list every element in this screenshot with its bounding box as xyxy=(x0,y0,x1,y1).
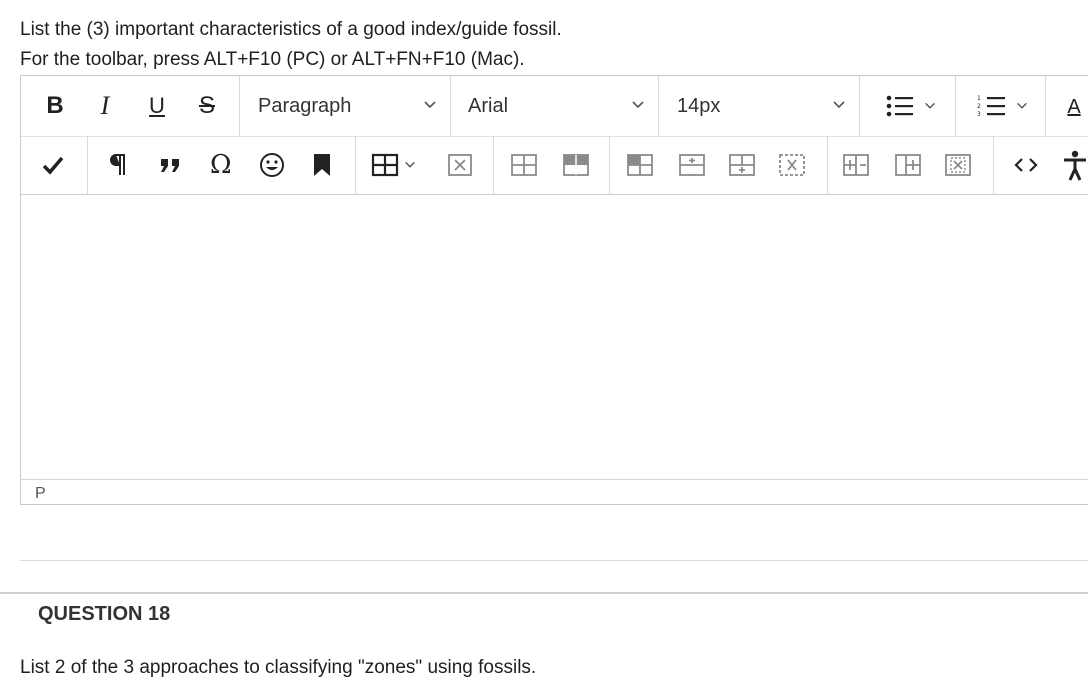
table-header-icon xyxy=(563,154,589,176)
block-format-value: Paragraph xyxy=(258,95,352,117)
insert-col-right-button[interactable] xyxy=(893,150,923,180)
chevron-down-icon xyxy=(632,101,644,109)
question-divider xyxy=(0,592,1088,594)
bullet-list-button[interactable] xyxy=(881,90,941,122)
table-icon xyxy=(371,153,399,177)
bullet-list-icon xyxy=(886,95,913,117)
chevron-down-icon xyxy=(1017,102,1027,109)
svg-text:1: 1 xyxy=(977,95,981,102)
strikethrough-button[interactable]: S xyxy=(191,90,223,122)
toolbar-row-2: Ω xyxy=(21,136,1088,195)
italic-button[interactable]: I xyxy=(89,90,121,122)
toolbar-separator xyxy=(87,136,88,194)
bookmark-icon xyxy=(314,154,330,176)
insert-row-below-button[interactable] xyxy=(727,150,757,180)
blockquote-icon xyxy=(161,159,179,172)
question-instruction: List the (3) important characteristics o… xyxy=(20,19,562,40)
delete-col-icon xyxy=(945,154,971,176)
font-family-value: Arial xyxy=(468,95,509,117)
table-split-button[interactable] xyxy=(509,150,539,180)
toolbar-separator xyxy=(609,136,610,194)
chevron-down-icon xyxy=(424,101,436,109)
spellcheck-button[interactable] xyxy=(38,150,68,180)
emoji-icon xyxy=(260,153,284,177)
editor-content-area[interactable] xyxy=(21,195,1088,479)
question-heading: QUESTION 18 xyxy=(38,603,171,625)
chevron-down-icon xyxy=(833,101,845,109)
table-cell-icon xyxy=(627,154,653,176)
toolbar-separator xyxy=(955,76,956,136)
toolbar-separator xyxy=(493,136,494,194)
font-size-dropdown[interactable]: 14px xyxy=(659,76,859,136)
special-char-button[interactable]: Ω xyxy=(205,148,237,180)
table-split-icon xyxy=(511,154,537,176)
delete-table-icon xyxy=(448,154,472,176)
toolbar-row-1: B I U S Paragraph Arial 14px 1 2 3 A xyxy=(21,76,1088,137)
spellcheck-icon xyxy=(42,156,64,175)
numbered-list-icon: 1 2 3 xyxy=(977,95,1005,118)
bold-button[interactable]: B xyxy=(39,90,71,122)
paragraph-mark-button[interactable] xyxy=(103,150,133,180)
paragraph-mark-icon xyxy=(110,154,125,175)
code-view-icon xyxy=(1014,158,1038,172)
chevron-down-icon xyxy=(925,102,935,109)
insert-row-below-icon xyxy=(729,154,755,176)
toolbar-separator xyxy=(827,136,828,194)
table-cell-button[interactable] xyxy=(625,150,655,180)
text-color-button[interactable]: A xyxy=(1061,92,1087,122)
numbered-list-button[interactable]: 1 2 3 xyxy=(973,90,1033,122)
insert-col-left-button[interactable] xyxy=(841,150,871,180)
question-text: List 2 of the 3 approaches to classifyin… xyxy=(20,657,537,678)
table-header-button[interactable] xyxy=(561,150,591,180)
toolbar-shortcut-hint: For the toolbar, press ALT+F10 (PC) or A… xyxy=(20,49,525,70)
block-format-dropdown[interactable]: Paragraph xyxy=(240,76,450,136)
accessibility-icon xyxy=(1064,150,1086,181)
code-view-button[interactable] xyxy=(1011,150,1041,180)
insert-row-above-icon xyxy=(679,154,705,176)
editor-status-bar: P xyxy=(21,479,1088,504)
table-button[interactable] xyxy=(369,150,419,180)
delete-table-button[interactable] xyxy=(445,150,475,180)
font-family-dropdown[interactable]: Arial xyxy=(451,76,658,136)
divider xyxy=(20,560,1088,561)
emoji-button[interactable] xyxy=(257,150,287,180)
toolbar-separator xyxy=(355,136,356,194)
delete-row-icon xyxy=(779,154,805,176)
svg-text:2: 2 xyxy=(977,103,981,110)
svg-text:Ω: Ω xyxy=(210,151,232,177)
accessibility-button[interactable] xyxy=(1061,148,1088,182)
element-path[interactable]: P xyxy=(35,485,46,503)
svg-text:3: 3 xyxy=(977,111,981,118)
chevron-down-icon xyxy=(405,161,415,168)
toolbar-separator xyxy=(993,136,994,194)
bookmark-button[interactable] xyxy=(307,150,337,180)
rich-text-editor: B I U S Paragraph Arial 14px 1 2 3 A Ω P xyxy=(20,75,1088,505)
delete-row-button[interactable] xyxy=(777,150,807,180)
insert-col-left-icon xyxy=(843,154,869,176)
delete-col-button[interactable] xyxy=(943,150,973,180)
toolbar-separator xyxy=(1045,76,1046,136)
font-size-value: 14px xyxy=(677,95,721,117)
underline-button[interactable]: U xyxy=(141,90,173,122)
insert-row-above-button[interactable] xyxy=(677,150,707,180)
blockquote-button[interactable] xyxy=(155,150,185,180)
insert-col-right-icon xyxy=(895,154,921,176)
omega-special-char-icon: Ω xyxy=(210,151,232,177)
toolbar-separator xyxy=(859,76,860,136)
